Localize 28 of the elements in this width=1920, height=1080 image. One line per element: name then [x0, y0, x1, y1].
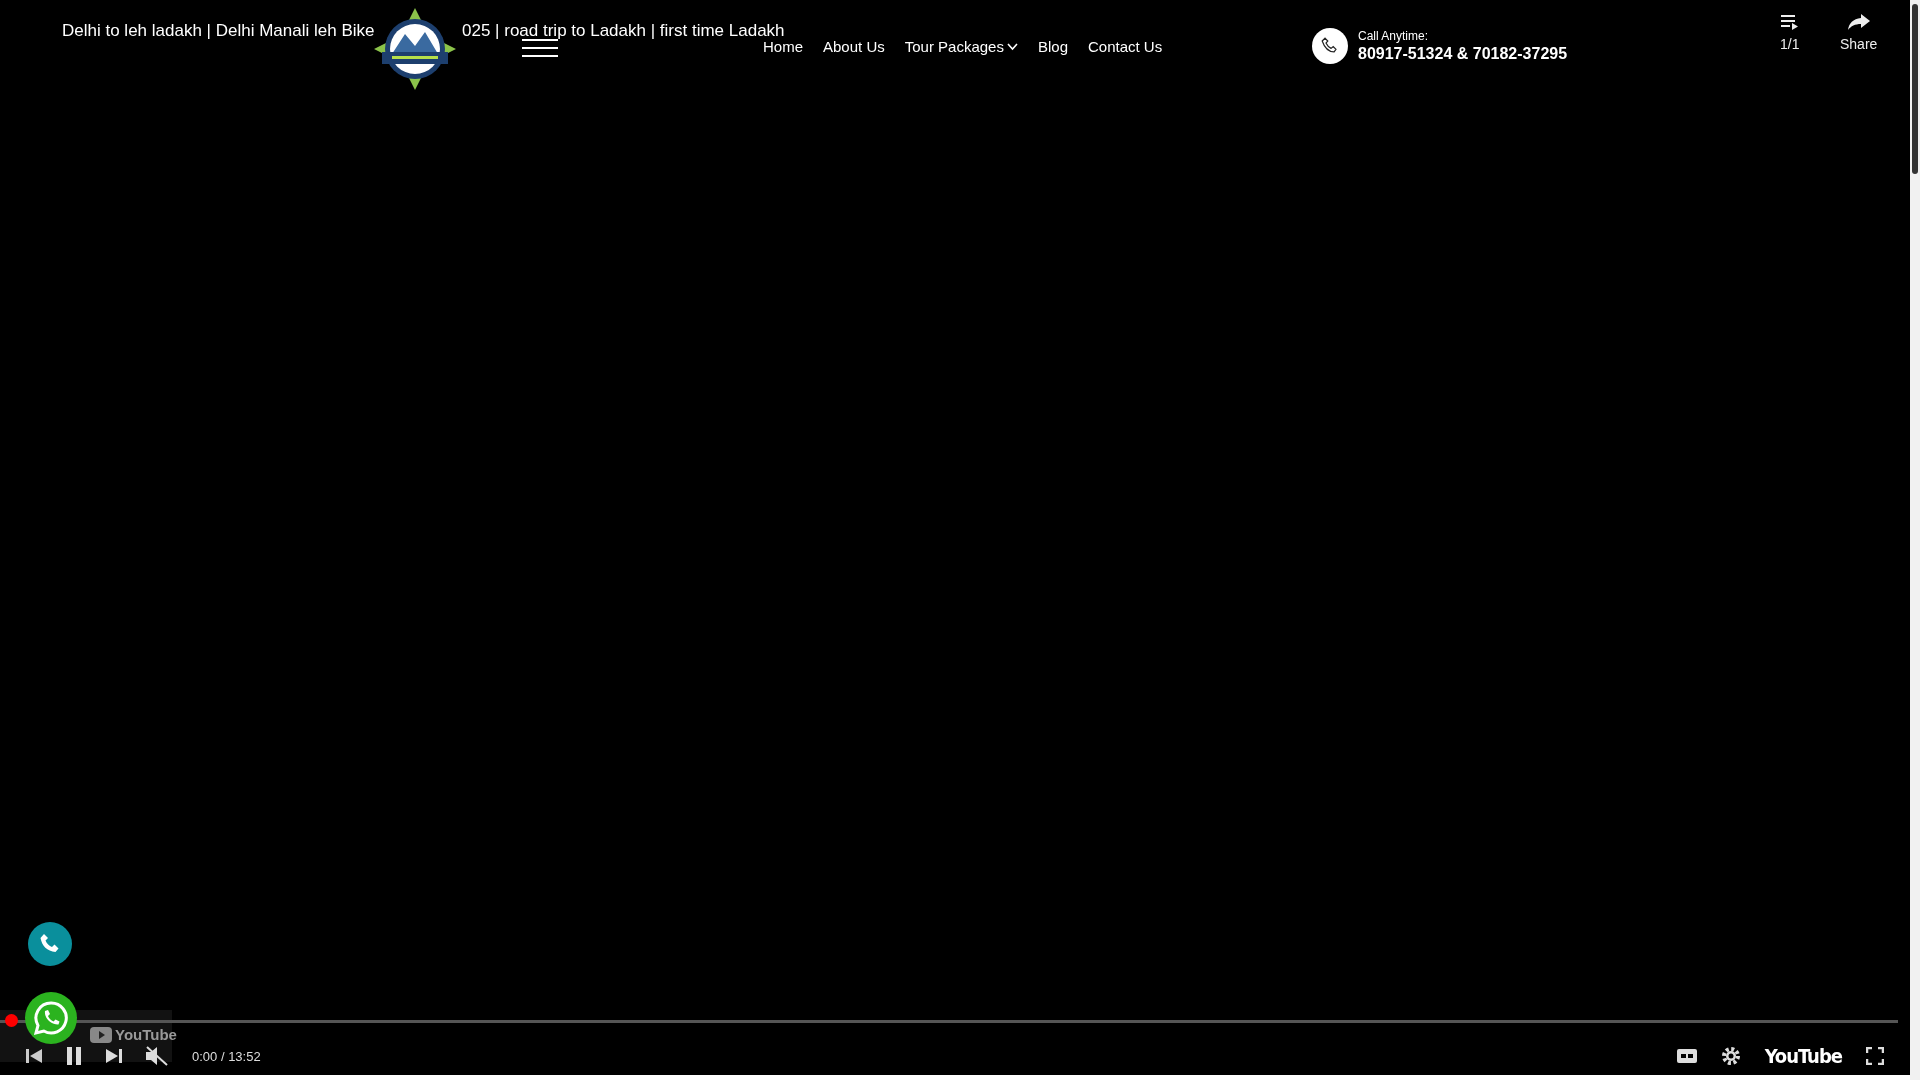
time-display: 0:00 / 13:52 [192, 1048, 261, 1064]
pause-icon[interactable] [66, 1047, 82, 1065]
muted-speaker-icon[interactable] [146, 1046, 168, 1066]
previous-icon[interactable] [26, 1048, 42, 1064]
captions-icon[interactable] [1676, 1049, 1697, 1063]
youtube-logo: YouTube [90, 1026, 177, 1043]
nav-link[interactable]: Home [763, 38, 803, 55]
youtube-link[interactable]: YouTube [1764, 1044, 1842, 1068]
nav-link[interactable]: Tour Packages [904, 38, 1018, 55]
menu-icon[interactable] [522, 38, 558, 58]
share-icon [1847, 14, 1870, 30]
caret-icon[interactable] [1006, 42, 1018, 51]
video-title: Delhi to leh ladakh | Delhi Manali leh Bike [62, 21, 375, 41]
contact-label: Call Anytime: [1358, 29, 1430, 43]
playlist-icon[interactable] [1780, 14, 1799, 30]
nav-link[interactable]: Blog [1037, 38, 1068, 55]
fullscreen-icon[interactable] [1866, 1047, 1884, 1065]
share-button[interactable]: Share [1840, 14, 1878, 52]
video-title: 025 | road trip to Ladakh | first time Ladakh [462, 21, 785, 41]
logo[interactable] [372, 6, 458, 92]
nav-link[interactable]: About Us [823, 38, 885, 55]
scrollbar[interactable] [1910, 0, 1920, 1080]
settings-icon[interactable] [1720, 1046, 1741, 1066]
nav-link[interactable]: Contact Us [1088, 38, 1163, 55]
playlist-count: 1/1 [1780, 36, 1800, 52]
next-icon[interactable] [106, 1048, 122, 1064]
chat-phone-icon [33, 1000, 69, 1036]
phone-numbers[interactable]: 80917-51324 & 70182-37295 [1358, 45, 1568, 63]
